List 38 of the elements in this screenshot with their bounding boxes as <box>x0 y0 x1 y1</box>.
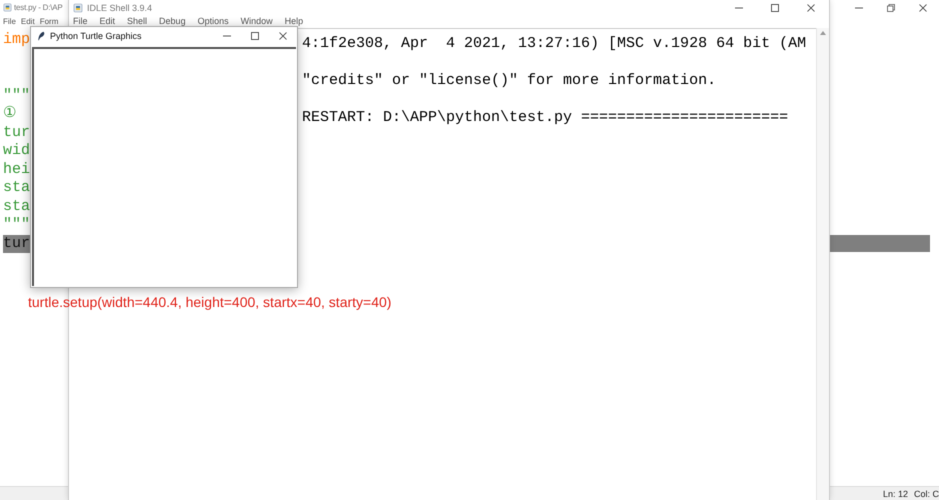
restore-icon <box>886 2 896 12</box>
app-icon <box>73 2 83 12</box>
output-line: "credits" or "license()" for more information. <box>302 71 718 91</box>
menu-item[interactable]: Debug <box>159 16 186 26</box>
window-title: test.py - D:\AP <box>14 3 63 12</box>
close-icon <box>278 31 288 41</box>
scrollbar[interactable] <box>816 28 829 500</box>
menu-item[interactable]: File <box>3 16 16 26</box>
menu-item[interactable]: Edit <box>100 16 116 26</box>
output-line: RESTART: D:\APP\python\test.py ======================= <box>302 108 790 128</box>
code-line: tur <box>3 124 30 142</box>
maximize-icon <box>770 2 780 12</box>
menu-item[interactable]: Help <box>284 16 304 26</box>
annotation-text: turtle.setup(width=440.4, height=400, startx=40, starty=40) <box>28 294 392 310</box>
window-title: IDLE Shell 3.9.4 <box>87 2 152 12</box>
app-icon <box>3 3 12 12</box>
code-line: sta <box>3 179 30 197</box>
maximize-icon <box>250 31 260 41</box>
line-number: Ln: 12 <box>882 488 908 498</box>
window-title: Python Turtle Graphics <box>50 31 142 41</box>
menu-item[interactable]: Form <box>40 16 58 26</box>
menu-item[interactable]: Shell <box>127 16 148 26</box>
menu-item[interactable]: Options <box>198 16 229 26</box>
feather-icon <box>36 31 46 41</box>
output-line: 4:1f2e308, Apr 4 2021, 13:27:16) [MSC v.1928 64 bit (AM <box>302 34 808 54</box>
code-line: sta <box>3 198 30 216</box>
close-icon <box>918 2 928 12</box>
column-number: Col: C <box>914 488 939 498</box>
code-line: ① <box>3 105 16 123</box>
menu-item[interactable]: Edit <box>20 16 35 26</box>
menu-item[interactable]: File <box>73 16 88 26</box>
code-line: hei <box>3 160 30 178</box>
code-line: """ <box>3 216 30 234</box>
code-line: """ <box>3 86 30 104</box>
code-line: wid <box>3 142 30 160</box>
code-line: imp <box>3 31 30 49</box>
menu-item[interactable]: Window <box>240 16 273 26</box>
close-icon <box>806 2 816 12</box>
